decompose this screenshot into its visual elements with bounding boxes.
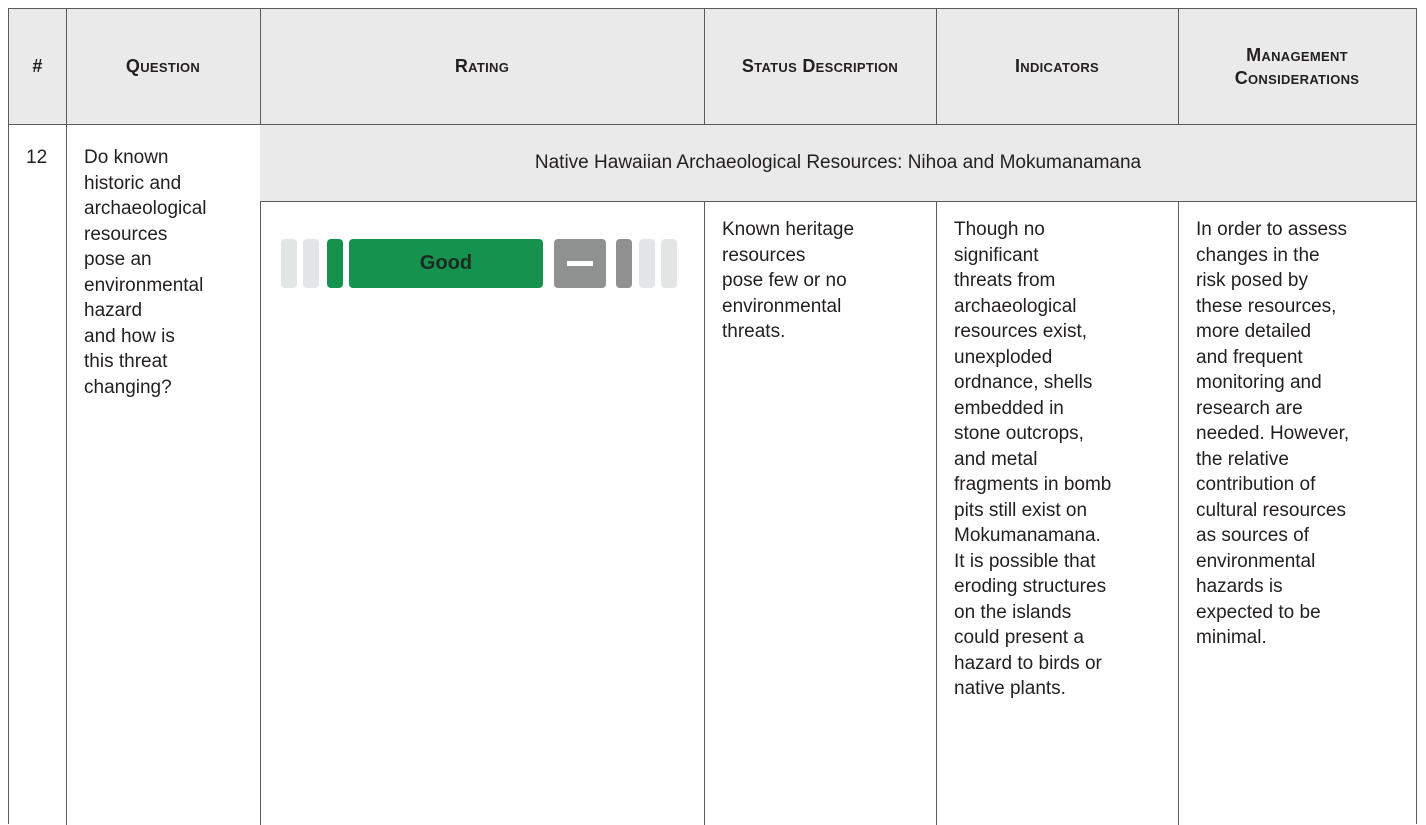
assessment-table: # Question Rating Status Description Ind… (8, 8, 1417, 825)
dash-icon (567, 261, 593, 266)
header-question: Question (125, 56, 201, 76)
header-management-line2: Considerations (1234, 67, 1360, 88)
rating-good-badge: Good (349, 239, 543, 288)
header-management-line1: Management (1246, 44, 1348, 65)
header-rating: Rating (454, 56, 510, 76)
status-description-text: Known heritage resources pose few or no … (722, 219, 855, 342)
resource-title: Native Hawaiian Archaeological Resources… (534, 152, 1142, 173)
rating-segment-good (327, 239, 343, 288)
question-text: Do known historic and archaeological res… (84, 147, 207, 398)
rating-segment-inactive (639, 239, 655, 288)
header-management-considerations: Management Considerations (1178, 9, 1416, 124)
management-considerations-text: In order to assess changes in the risk p… (1196, 219, 1350, 648)
resource-band-divider (260, 201, 1416, 202)
indicators-text: Though no significant threats from archa… (954, 219, 1112, 699)
divider-number (66, 9, 67, 825)
rating-segment-inactive (661, 239, 677, 288)
resource-title-band: Native Hawaiian Archaeological Resources… (260, 125, 1416, 201)
header-number: # (32, 56, 43, 76)
trend-no-change-icon (554, 239, 606, 288)
header-indicators: Indicators (1014, 56, 1100, 76)
rating-segment-inactive (281, 239, 297, 288)
row-number: 12 (26, 147, 48, 168)
divider-indicators-header (1178, 9, 1179, 125)
table-header-row: # Question Rating Status Description Ind… (9, 9, 1416, 125)
rating-label: Good (419, 252, 473, 274)
divider-indicators-body (1178, 201, 1179, 825)
divider-rating-body (704, 201, 705, 825)
rating-scale: Good (281, 239, 681, 288)
divider-rating-header (704, 9, 705, 125)
rating-segment-neutral (616, 239, 632, 288)
divider-status-header (936, 9, 937, 125)
rating-segment-inactive (303, 239, 319, 288)
header-status-description: Status Description (741, 56, 899, 76)
divider-status-body (936, 201, 937, 825)
